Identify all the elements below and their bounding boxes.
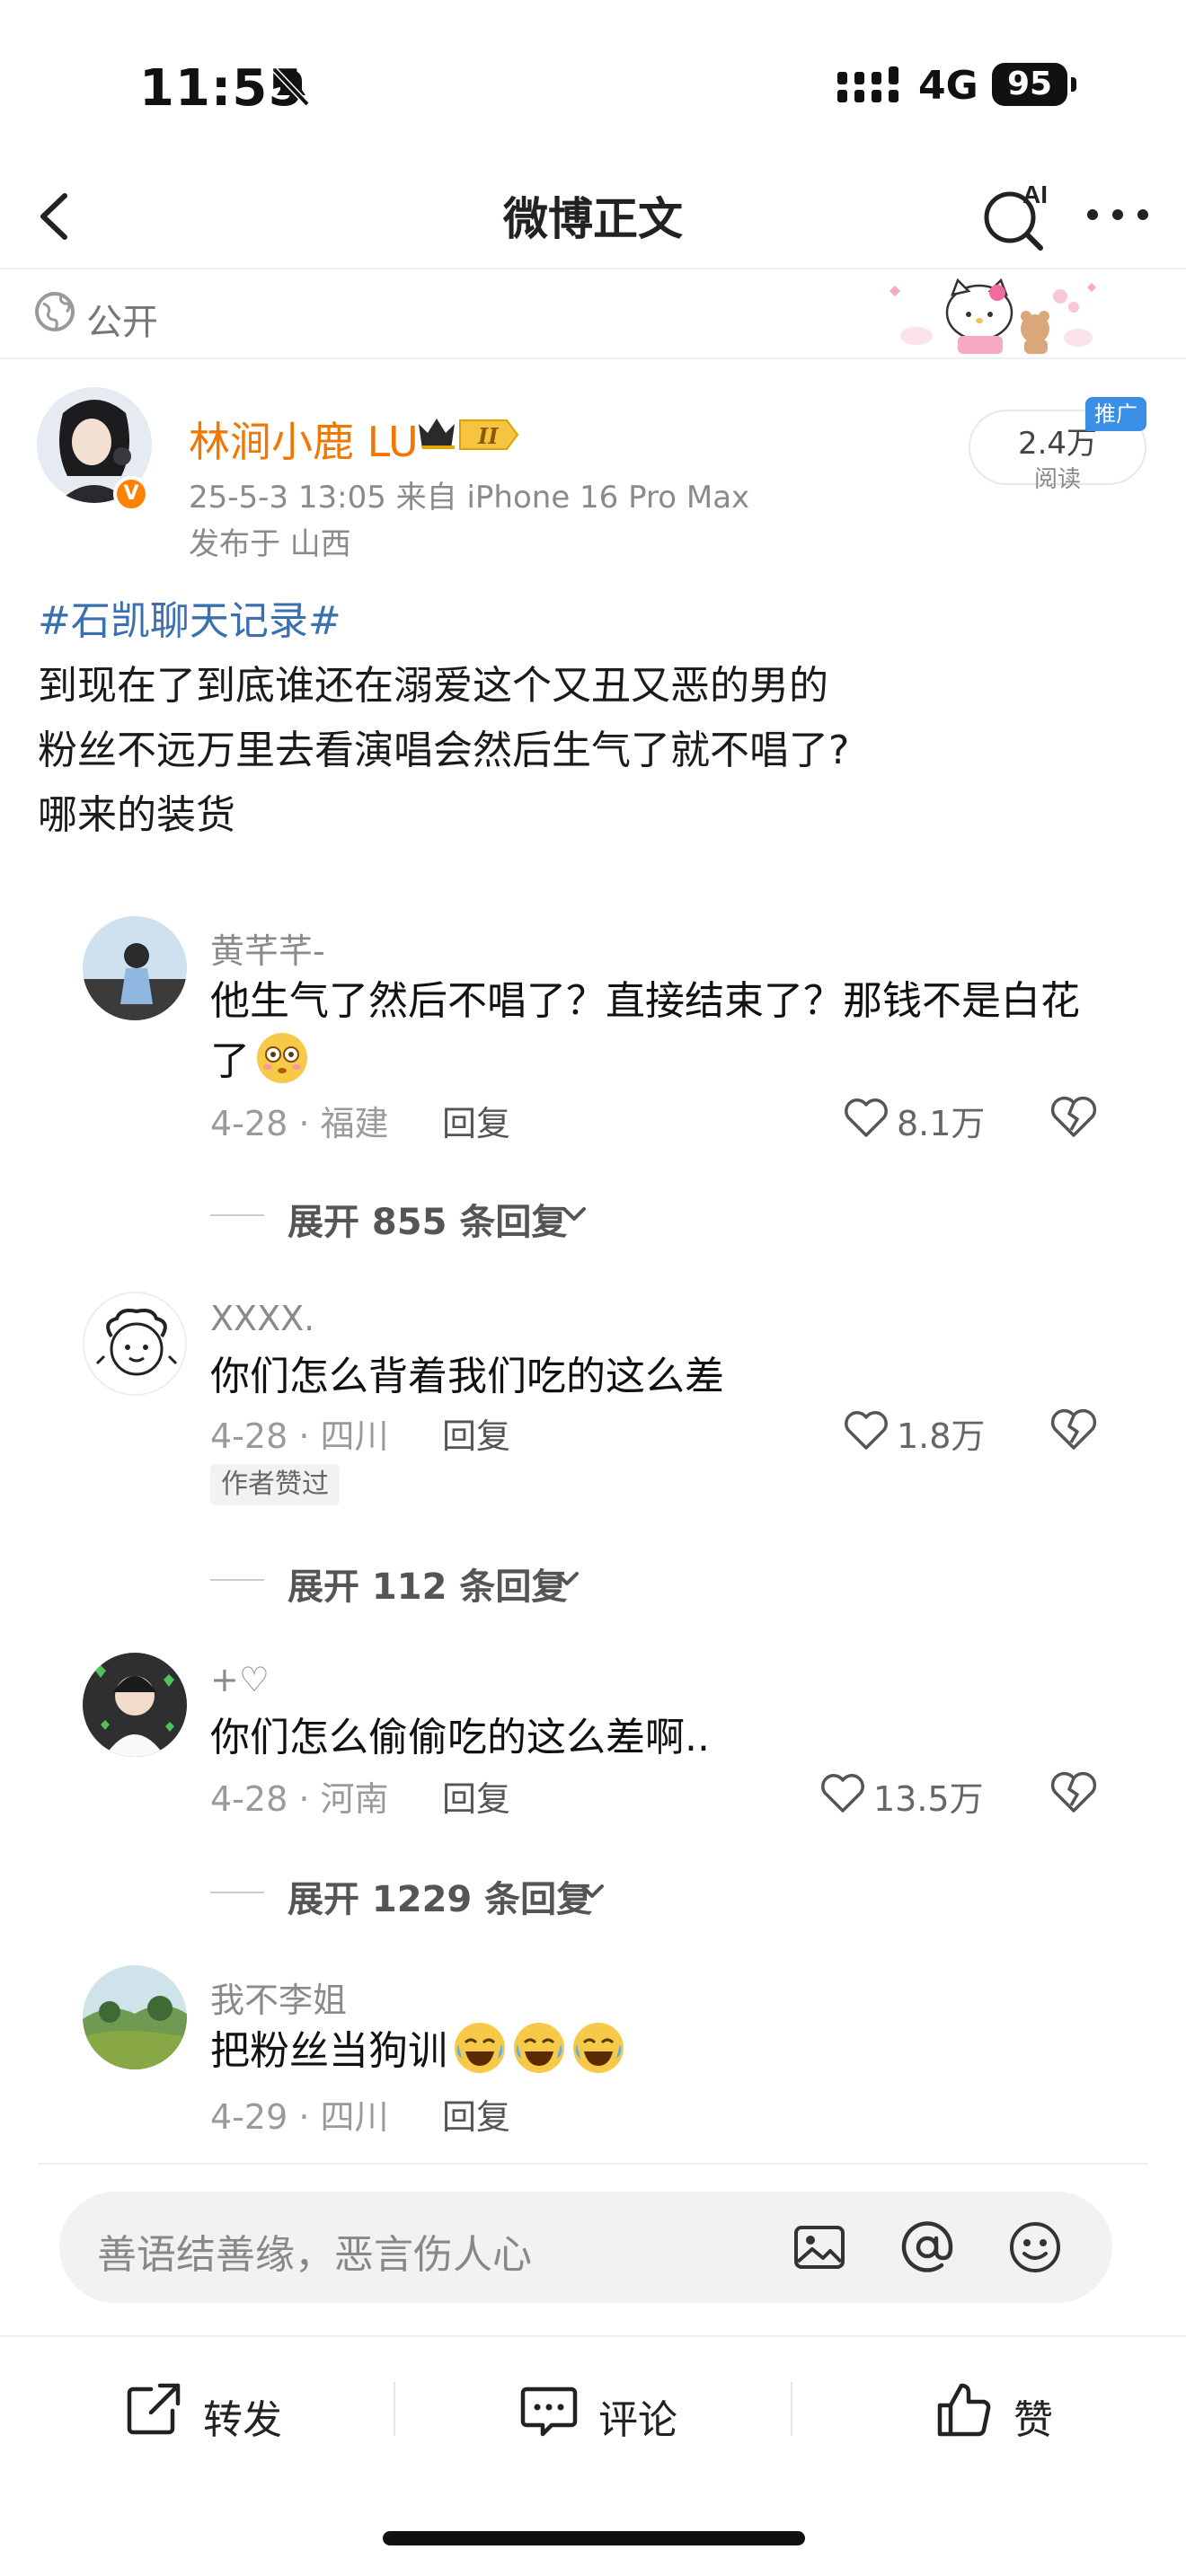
divider	[38, 2163, 1148, 2165]
comment-text: 你们怎么背着我们吃的这么差	[210, 1354, 724, 1399]
reply-button[interactable]: 回复	[442, 2089, 510, 2139]
expand-divider	[210, 1892, 264, 1893]
comment-button[interactable]: 评论	[519, 2377, 699, 2443]
commenter-avatar[interactable]	[83, 916, 187, 1020]
battery-indicator: 95	[992, 63, 1067, 106]
commenter-avatar[interactable]	[83, 1653, 187, 1757]
chevron-down-icon	[562, 1207, 586, 1221]
comment-text-content: 把粉丝当狗训	[210, 2028, 447, 2074]
bell-off-icon	[272, 67, 310, 107]
nav-bar: 微博正文 AI	[0, 162, 1186, 269]
comment-label: 评论	[598, 2397, 677, 2443]
ai-label: AI	[1022, 181, 1048, 208]
heart-like-icon[interactable]	[819, 1771, 866, 1814]
status-bar: 11:55 4G 95	[0, 0, 1186, 162]
like-count: 1.8万	[897, 1416, 986, 1456]
comment-text: 把粉丝当狗训	[210, 2021, 1109, 2081]
laughing-crying-emoji-icon	[455, 2023, 505, 2073]
visibility-row: 公开	[0, 269, 1186, 359]
reply-button[interactable]: 回复	[442, 1408, 510, 1458]
post-line: 粉丝不远万里去看演唱会然后生气了就不唱了?	[38, 728, 850, 773]
heart-like-icon[interactable]	[843, 1408, 890, 1451]
comment-text: 你们怎么偷偷吃的这么差啊..	[210, 1715, 710, 1760]
verified-badge-icon: V	[113, 476, 149, 512]
expand-divider	[210, 1214, 264, 1216]
author-liked-tag: 作者赞过	[210, 1464, 340, 1505]
comment-meta: 4-28 · 四川	[210, 1416, 389, 1456]
post-hashtag[interactable]: #石凯聊天记录#	[38, 589, 1152, 654]
image-icon[interactable]	[789, 2217, 850, 2278]
battery-tip	[1071, 77, 1076, 92]
mention-icon[interactable]	[897, 2217, 958, 2278]
more-icon[interactable]	[1082, 192, 1154, 237]
post-meta: 25-5-3 13:05 来自 iPhone 16 Pro Max	[189, 480, 750, 516]
broken-heart-icon[interactable]	[1049, 1094, 1098, 1139]
repost-button[interactable]: 转发	[124, 2377, 304, 2443]
expand-divider	[210, 1579, 264, 1581]
comment-meta: 4-28 · 福建	[210, 1104, 389, 1143]
laughing-crying-emoji-icon	[573, 2023, 624, 2073]
promo-tag[interactable]: 推广	[1085, 397, 1146, 431]
comment-input-placeholder: 善语结善缘，恶言伤人心	[97, 2232, 532, 2278]
globe-icon	[35, 292, 75, 331]
comment-text-content: 他生气了然后不唱了？直接结束了？那钱不是白花了	[210, 978, 1080, 1084]
post-line: 到现在了到底谁还在溺爱这个又丑又恶的男的	[38, 663, 828, 709]
author-name[interactable]: 林涧小鹿 LU	[189, 410, 419, 469]
comment-text: 他生气了然后不唱了？直接结束了？那钱不是白花了	[210, 972, 1109, 1091]
repost-label: 转发	[203, 2397, 282, 2443]
commenter-name[interactable]: 黄芊芊-	[210, 923, 325, 973]
dizzy-face-emoji-icon	[257, 1033, 307, 1083]
post-location: 发布于 山西	[189, 526, 351, 562]
action-bar: 转发 评论 赞	[0, 2335, 1186, 2479]
commenter-name[interactable]: XXXX.	[210, 1299, 314, 1338]
repost-icon	[127, 2383, 181, 2435]
ai-search-icon[interactable]: AI	[978, 174, 1058, 255]
reply-button[interactable]: 回复	[442, 1096, 510, 1145]
thumbs-up-icon	[937, 2383, 991, 2437]
post-line: 哪来的装货	[38, 792, 235, 838]
emoji-icon[interactable]	[1005, 2217, 1066, 2278]
network-type: 4G	[918, 63, 978, 109]
like-button[interactable]: 赞	[934, 2377, 1087, 2443]
broken-heart-icon[interactable]	[1049, 1407, 1098, 1451]
broken-heart-icon[interactable]	[1049, 1769, 1098, 1814]
comment-meta: 4-29 · 四川	[210, 2097, 389, 2137]
action-separator	[791, 2382, 792, 2436]
action-separator	[394, 2382, 395, 2436]
like-count: 13.5万	[873, 1779, 984, 1819]
chevron-down-icon	[555, 1572, 579, 1585]
like-label: 赞	[1013, 2397, 1053, 2443]
expand-replies-label: 展开 112 条回复	[288, 1566, 568, 1608]
hello-kitty-sticker-icon	[890, 278, 1096, 354]
commenter-name[interactable]: 我不李姐	[210, 1972, 347, 2022]
commenter-avatar[interactable]	[83, 1292, 187, 1396]
chevron-down-icon	[580, 1884, 604, 1898]
crown-level-badge-icon[interactable]: II	[415, 411, 521, 458]
signal-icon	[837, 66, 898, 102]
commenter-avatar[interactable]	[83, 1965, 187, 2069]
heart-like-icon[interactable]	[843, 1096, 890, 1139]
comment-meta: 4-28 · 河南	[210, 1779, 389, 1819]
post-body: #石凯聊天记录# 到现在了到底谁还在溺爱这个又丑又恶的男的 粉丝不远万里去看演唱…	[38, 589, 1152, 848]
comment-input[interactable]: 善语结善缘，恶言伤人心	[59, 2192, 1112, 2303]
like-count: 8.1万	[897, 1104, 986, 1143]
commenter-name[interactable]: +♡	[210, 1660, 270, 1699]
visibility-label: 公开	[86, 302, 158, 343]
home-indicator[interactable]	[383, 2531, 805, 2545]
level-badge-text: II	[477, 423, 499, 449]
expand-replies-label: 展开 855 条回复	[288, 1202, 568, 1243]
comment-icon	[520, 2386, 578, 2437]
laughing-crying-emoji-icon	[514, 2023, 564, 2073]
expand-replies-label: 展开 1229 条回复	[288, 1879, 593, 1920]
reply-button[interactable]: 回复	[442, 1771, 510, 1821]
reads-label: 阅读	[1033, 466, 1081, 493]
